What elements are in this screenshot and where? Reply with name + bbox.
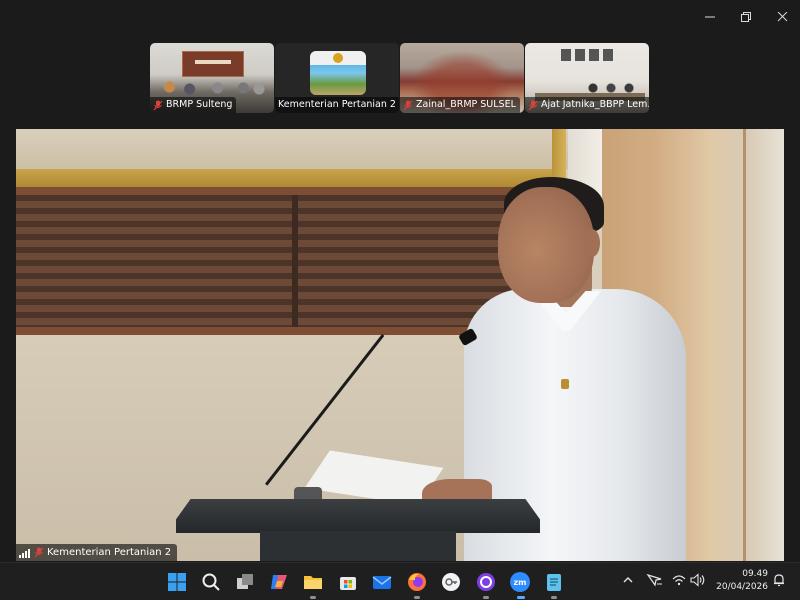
video-feed bbox=[182, 51, 244, 77]
zoom-icon: zm bbox=[510, 572, 530, 592]
microsoft-store-icon bbox=[340, 577, 356, 590]
participant-name: Ajat Jatnika_BBPP Lem... bbox=[541, 99, 649, 110]
mic-off-icon bbox=[528, 100, 538, 111]
video-feed-people bbox=[156, 79, 268, 99]
notepad-icon bbox=[547, 574, 561, 591]
notification-bell-icon bbox=[774, 574, 784, 587]
task-view-button[interactable] bbox=[234, 571, 256, 593]
running-indicator bbox=[414, 596, 420, 599]
copilot-button[interactable] bbox=[268, 571, 290, 593]
speaker bbox=[498, 187, 594, 303]
firefox-button[interactable] bbox=[406, 571, 428, 593]
minimize-icon bbox=[705, 16, 715, 18]
clock-date: 20/04/2026 bbox=[716, 582, 768, 592]
firefox-icon bbox=[408, 573, 426, 591]
participant-tile[interactable]: Zainal_BRMP SULSEL bbox=[400, 43, 524, 113]
running-indicator bbox=[310, 596, 316, 599]
running-indicator-active bbox=[517, 596, 525, 599]
start-icon bbox=[168, 573, 186, 591]
google-meet-icon bbox=[442, 573, 460, 591]
participant-label: Ajat Jatnika_BBPP Lem... bbox=[525, 97, 649, 113]
restore-icon bbox=[741, 12, 751, 22]
video-background bbox=[743, 129, 746, 561]
copilot-icon bbox=[271, 575, 287, 589]
mail-button[interactable] bbox=[371, 571, 393, 593]
video-background bbox=[16, 195, 524, 327]
zoom-button[interactable]: zm bbox=[509, 571, 531, 593]
video-feed bbox=[561, 49, 613, 61]
speaker-volume-icon bbox=[690, 573, 705, 587]
participant-name: Zainal_BRMP SULSEL bbox=[416, 99, 516, 110]
taskbar: zm 09.49 20/04/2026 bbox=[0, 562, 800, 600]
podium bbox=[176, 499, 540, 533]
restore-button[interactable] bbox=[728, 4, 764, 30]
mic-off-icon bbox=[34, 547, 44, 558]
connection-signal-icon bbox=[19, 548, 30, 558]
video-background bbox=[16, 129, 616, 169]
podium bbox=[260, 531, 456, 561]
mic-off-icon bbox=[403, 100, 413, 111]
participant-label: Zainal_BRMP SULSEL bbox=[400, 97, 520, 113]
microsoft-store-button[interactable] bbox=[337, 571, 359, 593]
file-explorer-icon bbox=[304, 576, 322, 589]
podium-microphone bbox=[294, 487, 322, 501]
mic-off-icon bbox=[153, 100, 163, 111]
video-background bbox=[292, 195, 298, 327]
video-background bbox=[16, 169, 554, 187]
minimize-button[interactable] bbox=[692, 4, 728, 30]
circle-app-button[interactable] bbox=[475, 571, 497, 593]
mail-icon bbox=[372, 576, 392, 589]
participant-label: Kementerian Pertanian 2 bbox=[275, 97, 399, 113]
participant-tile[interactable]: Ajat Jatnika_BBPP Lem... bbox=[525, 43, 649, 113]
participant-name: BRMP Sulteng bbox=[166, 99, 233, 110]
close-icon bbox=[777, 12, 788, 22]
search-button[interactable] bbox=[200, 571, 222, 593]
taskbar-clock[interactable]: 09.49 20/04/2026 bbox=[708, 568, 768, 594]
google-meet-button[interactable] bbox=[440, 571, 462, 593]
participant-label: BRMP Sulteng bbox=[150, 97, 237, 113]
zoom-icon-label: zm bbox=[514, 578, 527, 587]
search-icon bbox=[202, 573, 220, 591]
speaker bbox=[584, 229, 600, 257]
location-arrow-icon bbox=[646, 573, 662, 587]
notifications-button[interactable] bbox=[772, 573, 786, 590]
circle-app-icon bbox=[477, 573, 495, 591]
main-video-label: Kementerian Pertanian 2 bbox=[16, 544, 178, 561]
main-video[interactable] bbox=[16, 129, 784, 561]
volume-button[interactable] bbox=[690, 573, 706, 590]
chevron-up-icon bbox=[623, 577, 633, 583]
participant-tile[interactable]: BRMP Sulteng bbox=[150, 43, 274, 113]
close-button[interactable] bbox=[764, 4, 800, 30]
main-speaker-name: Kementerian Pertanian 2 bbox=[47, 547, 172, 558]
running-indicator bbox=[483, 596, 489, 599]
ministry-logo bbox=[310, 51, 366, 95]
clock-time: 09.49 bbox=[742, 569, 768, 579]
speaker bbox=[561, 379, 569, 389]
location-button[interactable] bbox=[646, 573, 664, 590]
window-title-bar bbox=[0, 0, 800, 36]
running-indicator bbox=[551, 596, 557, 599]
start-button[interactable] bbox=[166, 571, 188, 593]
participant-tile[interactable]: Kementerian Pertanian 2 bbox=[275, 43, 399, 113]
show-hidden-icons-button[interactable] bbox=[622, 573, 634, 590]
file-explorer-button[interactable] bbox=[302, 571, 324, 593]
wifi-icon bbox=[672, 575, 686, 586]
notepad-button[interactable] bbox=[543, 571, 565, 593]
wifi-button[interactable] bbox=[672, 573, 686, 590]
task-view-icon bbox=[237, 574, 253, 589]
participant-name: Kementerian Pertanian 2 bbox=[278, 99, 396, 110]
